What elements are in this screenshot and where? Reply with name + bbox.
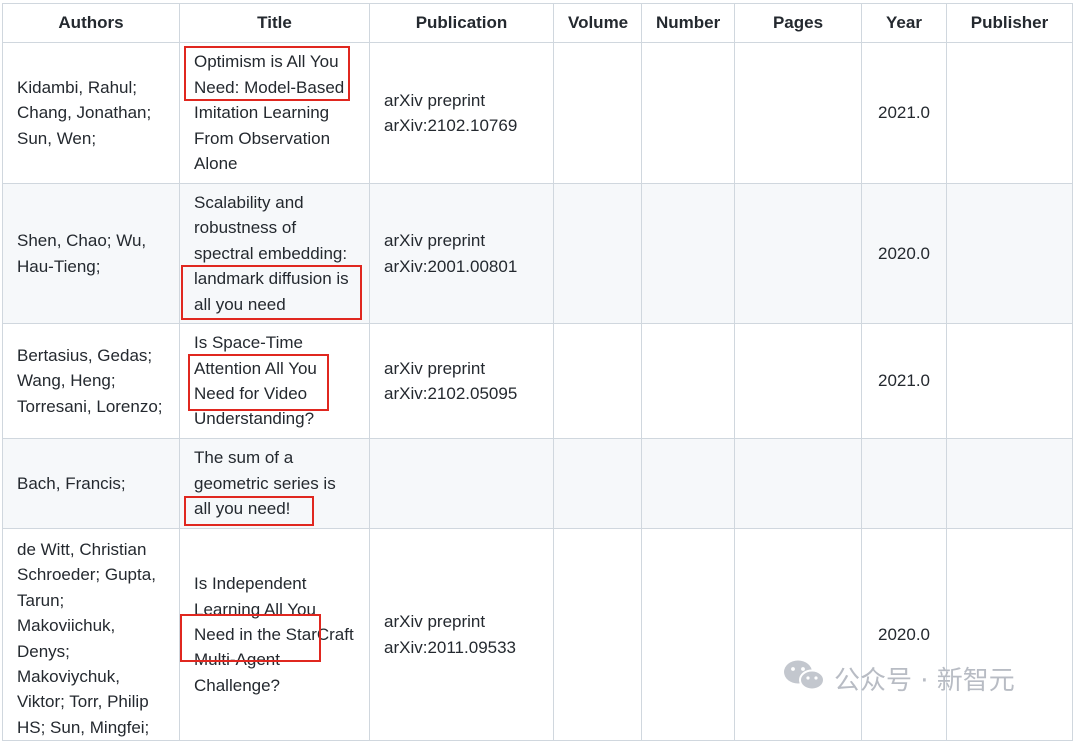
cell-publication: arXiv preprint arXiv:2102.05095 [369,323,554,439]
cell-pages [734,323,862,439]
cell-volume [553,323,642,439]
cell-title: The sum of a geometric series is all you… [179,438,370,529]
cell-publication: arXiv preprint arXiv:2011.09533 [369,527,554,741]
cell-publisher [946,527,1073,741]
column-header-number: Number [641,3,735,43]
cell-volume [553,42,642,184]
table-row: Shen, Chao; Wu, Hau-Tieng; Scalability a… [2,183,1073,324]
cell-publisher [946,438,1073,529]
cell-title: Scalability and robustness of spectral e… [179,183,370,324]
cell-number [641,438,735,529]
header-row: Authors Title Publication Volume Number … [2,3,1073,43]
cell-volume [553,438,642,529]
cell-pages [734,42,862,184]
cell-year: 2021.0 [861,323,947,439]
cell-authors: Bach, Francis; [2,438,180,529]
cell-pages [734,438,862,529]
column-header-title: Title [179,3,370,43]
cell-publisher [946,42,1073,184]
table-row: Bach, Francis; The sum of a geometric se… [2,438,1073,529]
column-header-pages: Pages [734,3,862,43]
cell-year: 2020.0 [861,527,947,741]
cell-volume [553,183,642,324]
cell-title: Is Space-Time Attention All You Need for… [179,323,370,439]
column-header-authors: Authors [2,3,180,43]
cell-number [641,42,735,184]
cell-number [641,183,735,324]
cell-number [641,527,735,741]
column-header-volume: Volume [553,3,642,43]
wechat-icon [782,658,826,699]
cell-volume [553,527,642,741]
column-header-year: Year [861,3,947,43]
table-row: de Witt, Christian Schroeder; Gupta, Tar… [2,527,1073,741]
cell-title: Is Independent Learning All You Need in … [179,527,370,741]
cell-year [861,438,947,529]
cell-authors: de Witt, Christian Schroeder; Gupta, Tar… [2,527,180,741]
cell-title: Optimism is All You Need: Model-Based Im… [179,42,370,184]
column-header-publication: Publication [369,3,554,43]
cell-year: 2021.0 [861,42,947,184]
cell-year: 2020.0 [861,183,947,324]
watermark: 公众号 · 新智元 [782,660,1015,696]
cell-authors: Kidambi, Rahul; Chang, Jonathan; Sun, We… [2,42,180,184]
cell-publisher [946,183,1073,324]
column-header-publisher: Publisher [946,3,1073,43]
cell-publication [369,438,554,529]
cell-number [641,323,735,439]
table-row: Bertasius, Gedas; Wang, Heng; Torresani,… [2,323,1073,439]
cell-pages [734,527,862,741]
cell-publisher [946,323,1073,439]
cell-pages [734,183,862,324]
watermark-text: 公众号 · 新智元 [834,665,1015,696]
papers-table: Authors Title Publication Volume Number … [2,3,1073,741]
cell-authors: Shen, Chao; Wu, Hau-Tieng; [2,183,180,324]
cell-publication: arXiv preprint arXiv:2102.10769 [369,42,554,184]
table-row: Kidambi, Rahul; Chang, Jonathan; Sun, We… [2,42,1073,184]
cell-publication: arXiv preprint arXiv:2001.00801 [369,183,554,324]
cell-authors: Bertasius, Gedas; Wang, Heng; Torresani,… [2,323,180,439]
